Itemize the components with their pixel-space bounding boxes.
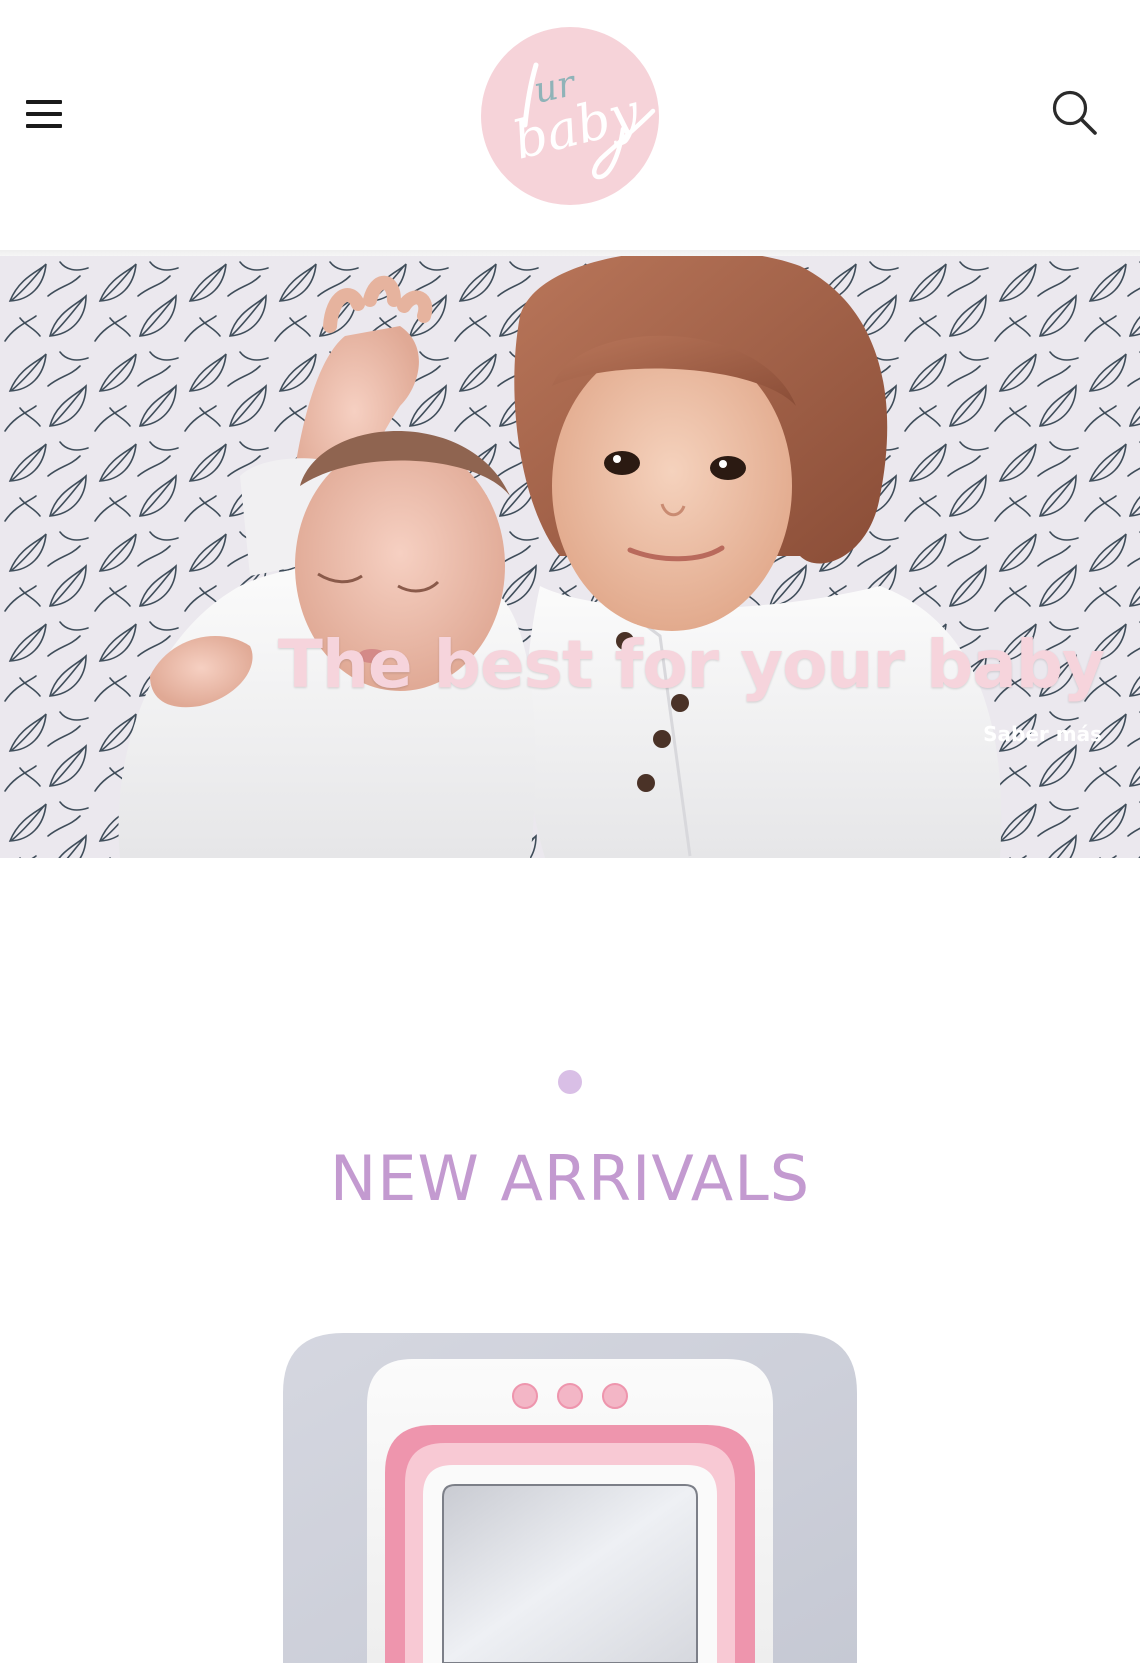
new-arrivals-title: NEW ARRIVALS xyxy=(329,1142,811,1215)
hero-title: The best for your baby xyxy=(277,626,1105,703)
hero-banner: The best for your baby Saber más xyxy=(0,256,1140,858)
hero-photo-babies xyxy=(0,256,1140,858)
product-image-sterilizer xyxy=(283,1333,857,1664)
search-button[interactable] xyxy=(1046,84,1102,140)
section-dot-icon xyxy=(558,1070,582,1094)
site-header: ur baby xyxy=(0,0,1140,256)
product-card[interactable] xyxy=(283,1333,857,1664)
search-icon xyxy=(1052,90,1097,135)
hamburger-menu-icon-bar xyxy=(26,112,62,116)
logo[interactable]: ur baby xyxy=(481,27,659,205)
hamburger-menu-icon xyxy=(26,100,62,104)
saber-mas-link[interactable]: Saber más xyxy=(983,722,1102,746)
logo-badge: ur baby xyxy=(481,27,659,205)
menu-button[interactable] xyxy=(22,92,66,136)
hamburger-menu-icon-bar xyxy=(26,124,62,128)
